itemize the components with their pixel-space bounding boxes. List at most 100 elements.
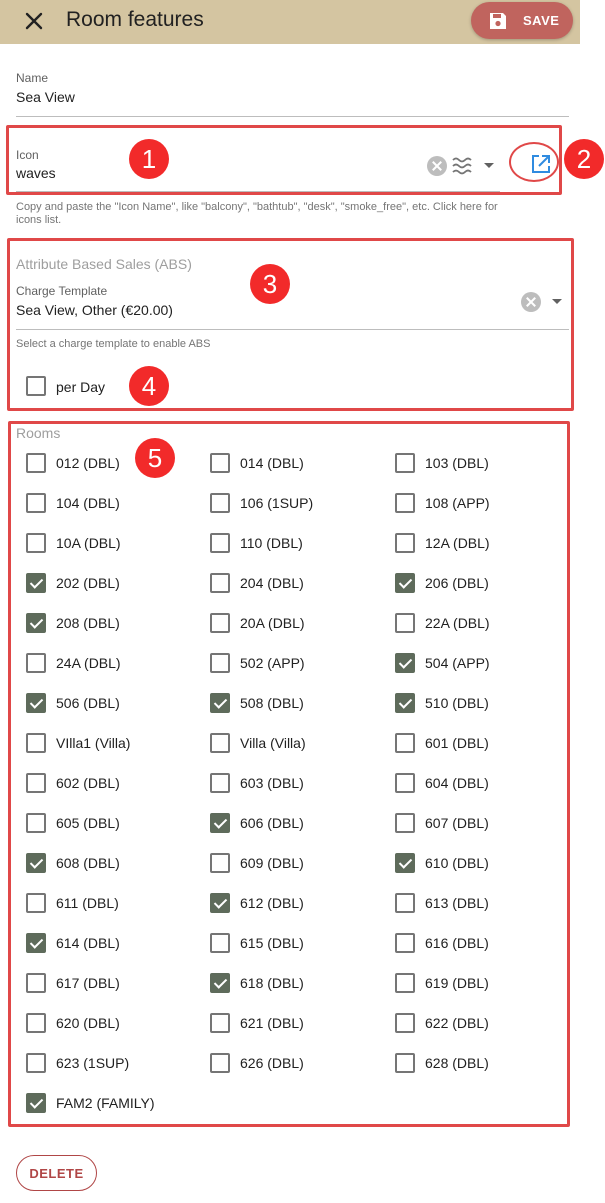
room-checkbox[interactable] xyxy=(26,533,46,553)
room-checkbox[interactable] xyxy=(26,933,46,953)
room-option[interactable]: 22A (DBL) xyxy=(395,613,575,643)
room-option[interactable]: 108 (APP) xyxy=(395,493,575,523)
room-checkbox[interactable] xyxy=(210,1053,230,1073)
room-checkbox[interactable] xyxy=(26,453,46,473)
room-checkbox[interactable] xyxy=(395,493,415,513)
room-checkbox[interactable] xyxy=(395,973,415,993)
room-option[interactable]: 604 (DBL) xyxy=(395,773,575,803)
room-checkbox[interactable] xyxy=(395,693,415,713)
room-option[interactable]: 612 (DBL) xyxy=(210,893,390,923)
room-option[interactable]: 510 (DBL) xyxy=(395,693,575,723)
room-checkbox[interactable] xyxy=(210,973,230,993)
room-checkbox[interactable] xyxy=(395,893,415,913)
room-option[interactable]: 616 (DBL) xyxy=(395,933,575,963)
room-checkbox[interactable] xyxy=(26,653,46,673)
room-checkbox[interactable] xyxy=(395,533,415,553)
room-checkbox[interactable] xyxy=(26,1053,46,1073)
clear-icon[interactable] xyxy=(427,156,447,176)
icon-hint-link[interactable]: Copy and paste the "Icon Name", like "ba… xyxy=(16,201,506,227)
room-option[interactable]: 606 (DBL) xyxy=(210,813,390,843)
room-checkbox[interactable] xyxy=(395,933,415,953)
charge-clear-icon[interactable] xyxy=(521,292,541,312)
room-checkbox[interactable] xyxy=(26,773,46,793)
room-checkbox[interactable] xyxy=(26,733,46,753)
room-option[interactable]: 605 (DBL) xyxy=(26,813,206,843)
room-checkbox[interactable] xyxy=(395,1013,415,1033)
room-option[interactable]: 613 (DBL) xyxy=(395,893,575,923)
room-checkbox[interactable] xyxy=(210,813,230,833)
room-option[interactable]: 615 (DBL) xyxy=(210,933,390,963)
room-option[interactable]: 607 (DBL) xyxy=(395,813,575,843)
room-option[interactable]: 106 (1SUP) xyxy=(210,493,390,523)
room-checkbox[interactable] xyxy=(26,1013,46,1033)
save-button[interactable]: SAVE xyxy=(471,2,573,39)
chevron-down-icon[interactable] xyxy=(484,163,494,168)
room-option[interactable]: 10A (DBL) xyxy=(26,533,206,563)
room-checkbox[interactable] xyxy=(395,813,415,833)
room-option[interactable]: 012 (DBL) xyxy=(26,453,206,483)
room-checkbox[interactable] xyxy=(395,1053,415,1073)
room-checkbox[interactable] xyxy=(395,573,415,593)
room-checkbox[interactable] xyxy=(26,893,46,913)
room-option[interactable]: 104 (DBL) xyxy=(26,493,206,523)
room-option[interactable]: 24A (DBL) xyxy=(26,653,206,683)
charge-chevron-down-icon[interactable] xyxy=(552,299,562,304)
room-checkbox[interactable] xyxy=(395,733,415,753)
room-checkbox[interactable] xyxy=(210,933,230,953)
room-option[interactable]: 609 (DBL) xyxy=(210,853,390,883)
room-checkbox[interactable] xyxy=(210,853,230,873)
room-checkbox[interactable] xyxy=(395,773,415,793)
per-day-checkbox[interactable] xyxy=(26,376,46,396)
room-option[interactable]: 12A (DBL) xyxy=(395,533,575,563)
room-checkbox[interactable] xyxy=(395,453,415,473)
room-checkbox[interactable] xyxy=(210,493,230,513)
name-input[interactable]: Sea View xyxy=(16,89,75,105)
room-checkbox[interactable] xyxy=(395,853,415,873)
room-option[interactable]: VIlla1 (Villa) xyxy=(26,733,206,763)
room-checkbox[interactable] xyxy=(210,613,230,633)
room-option[interactable]: 208 (DBL) xyxy=(26,613,206,643)
room-checkbox[interactable] xyxy=(210,453,230,473)
room-option[interactable]: 508 (DBL) xyxy=(210,693,390,723)
room-checkbox[interactable] xyxy=(210,693,230,713)
room-option[interactable]: 628 (DBL) xyxy=(395,1053,575,1083)
room-option[interactable]: 608 (DBL) xyxy=(26,853,206,883)
room-option[interactable]: Villa (Villa) xyxy=(210,733,390,763)
room-checkbox[interactable] xyxy=(210,573,230,593)
room-option[interactable]: 601 (DBL) xyxy=(395,733,575,763)
room-checkbox[interactable] xyxy=(210,533,230,553)
room-checkbox[interactable] xyxy=(26,813,46,833)
room-option[interactable]: 620 (DBL) xyxy=(26,1013,206,1043)
room-option[interactable]: 103 (DBL) xyxy=(395,453,575,483)
room-option[interactable]: 614 (DBL) xyxy=(26,933,206,963)
room-checkbox[interactable] xyxy=(26,613,46,633)
room-checkbox[interactable] xyxy=(210,733,230,753)
room-checkbox[interactable] xyxy=(26,493,46,513)
room-option[interactable]: 206 (DBL) xyxy=(395,573,575,603)
room-option[interactable]: 623 (1SUP) xyxy=(26,1053,206,1083)
close-icon[interactable] xyxy=(22,9,46,33)
room-checkbox[interactable] xyxy=(26,853,46,873)
room-option[interactable]: 204 (DBL) xyxy=(210,573,390,603)
room-option[interactable]: 617 (DBL) xyxy=(26,973,206,1003)
room-option[interactable]: 20A (DBL) xyxy=(210,613,390,643)
room-option[interactable]: 014 (DBL) xyxy=(210,453,390,483)
room-checkbox[interactable] xyxy=(210,1013,230,1033)
room-option[interactable]: 504 (APP) xyxy=(395,653,575,683)
room-checkbox[interactable] xyxy=(26,693,46,713)
icon-input[interactable]: waves xyxy=(16,165,56,181)
room-checkbox[interactable] xyxy=(26,573,46,593)
room-checkbox[interactable] xyxy=(26,1093,46,1113)
room-option[interactable]: 502 (APP) xyxy=(210,653,390,683)
room-checkbox[interactable] xyxy=(395,613,415,633)
room-option[interactable]: 610 (DBL) xyxy=(395,853,575,883)
room-checkbox[interactable] xyxy=(210,653,230,673)
room-option[interactable]: 619 (DBL) xyxy=(395,973,575,1003)
room-checkbox[interactable] xyxy=(26,973,46,993)
room-option[interactable]: 626 (DBL) xyxy=(210,1053,390,1083)
room-option[interactable]: 618 (DBL) xyxy=(210,973,390,1003)
delete-button[interactable]: DELETE xyxy=(16,1155,97,1191)
room-option[interactable]: 603 (DBL) xyxy=(210,773,390,803)
room-option[interactable]: 611 (DBL) xyxy=(26,893,206,923)
room-option[interactable]: 110 (DBL) xyxy=(210,533,390,563)
